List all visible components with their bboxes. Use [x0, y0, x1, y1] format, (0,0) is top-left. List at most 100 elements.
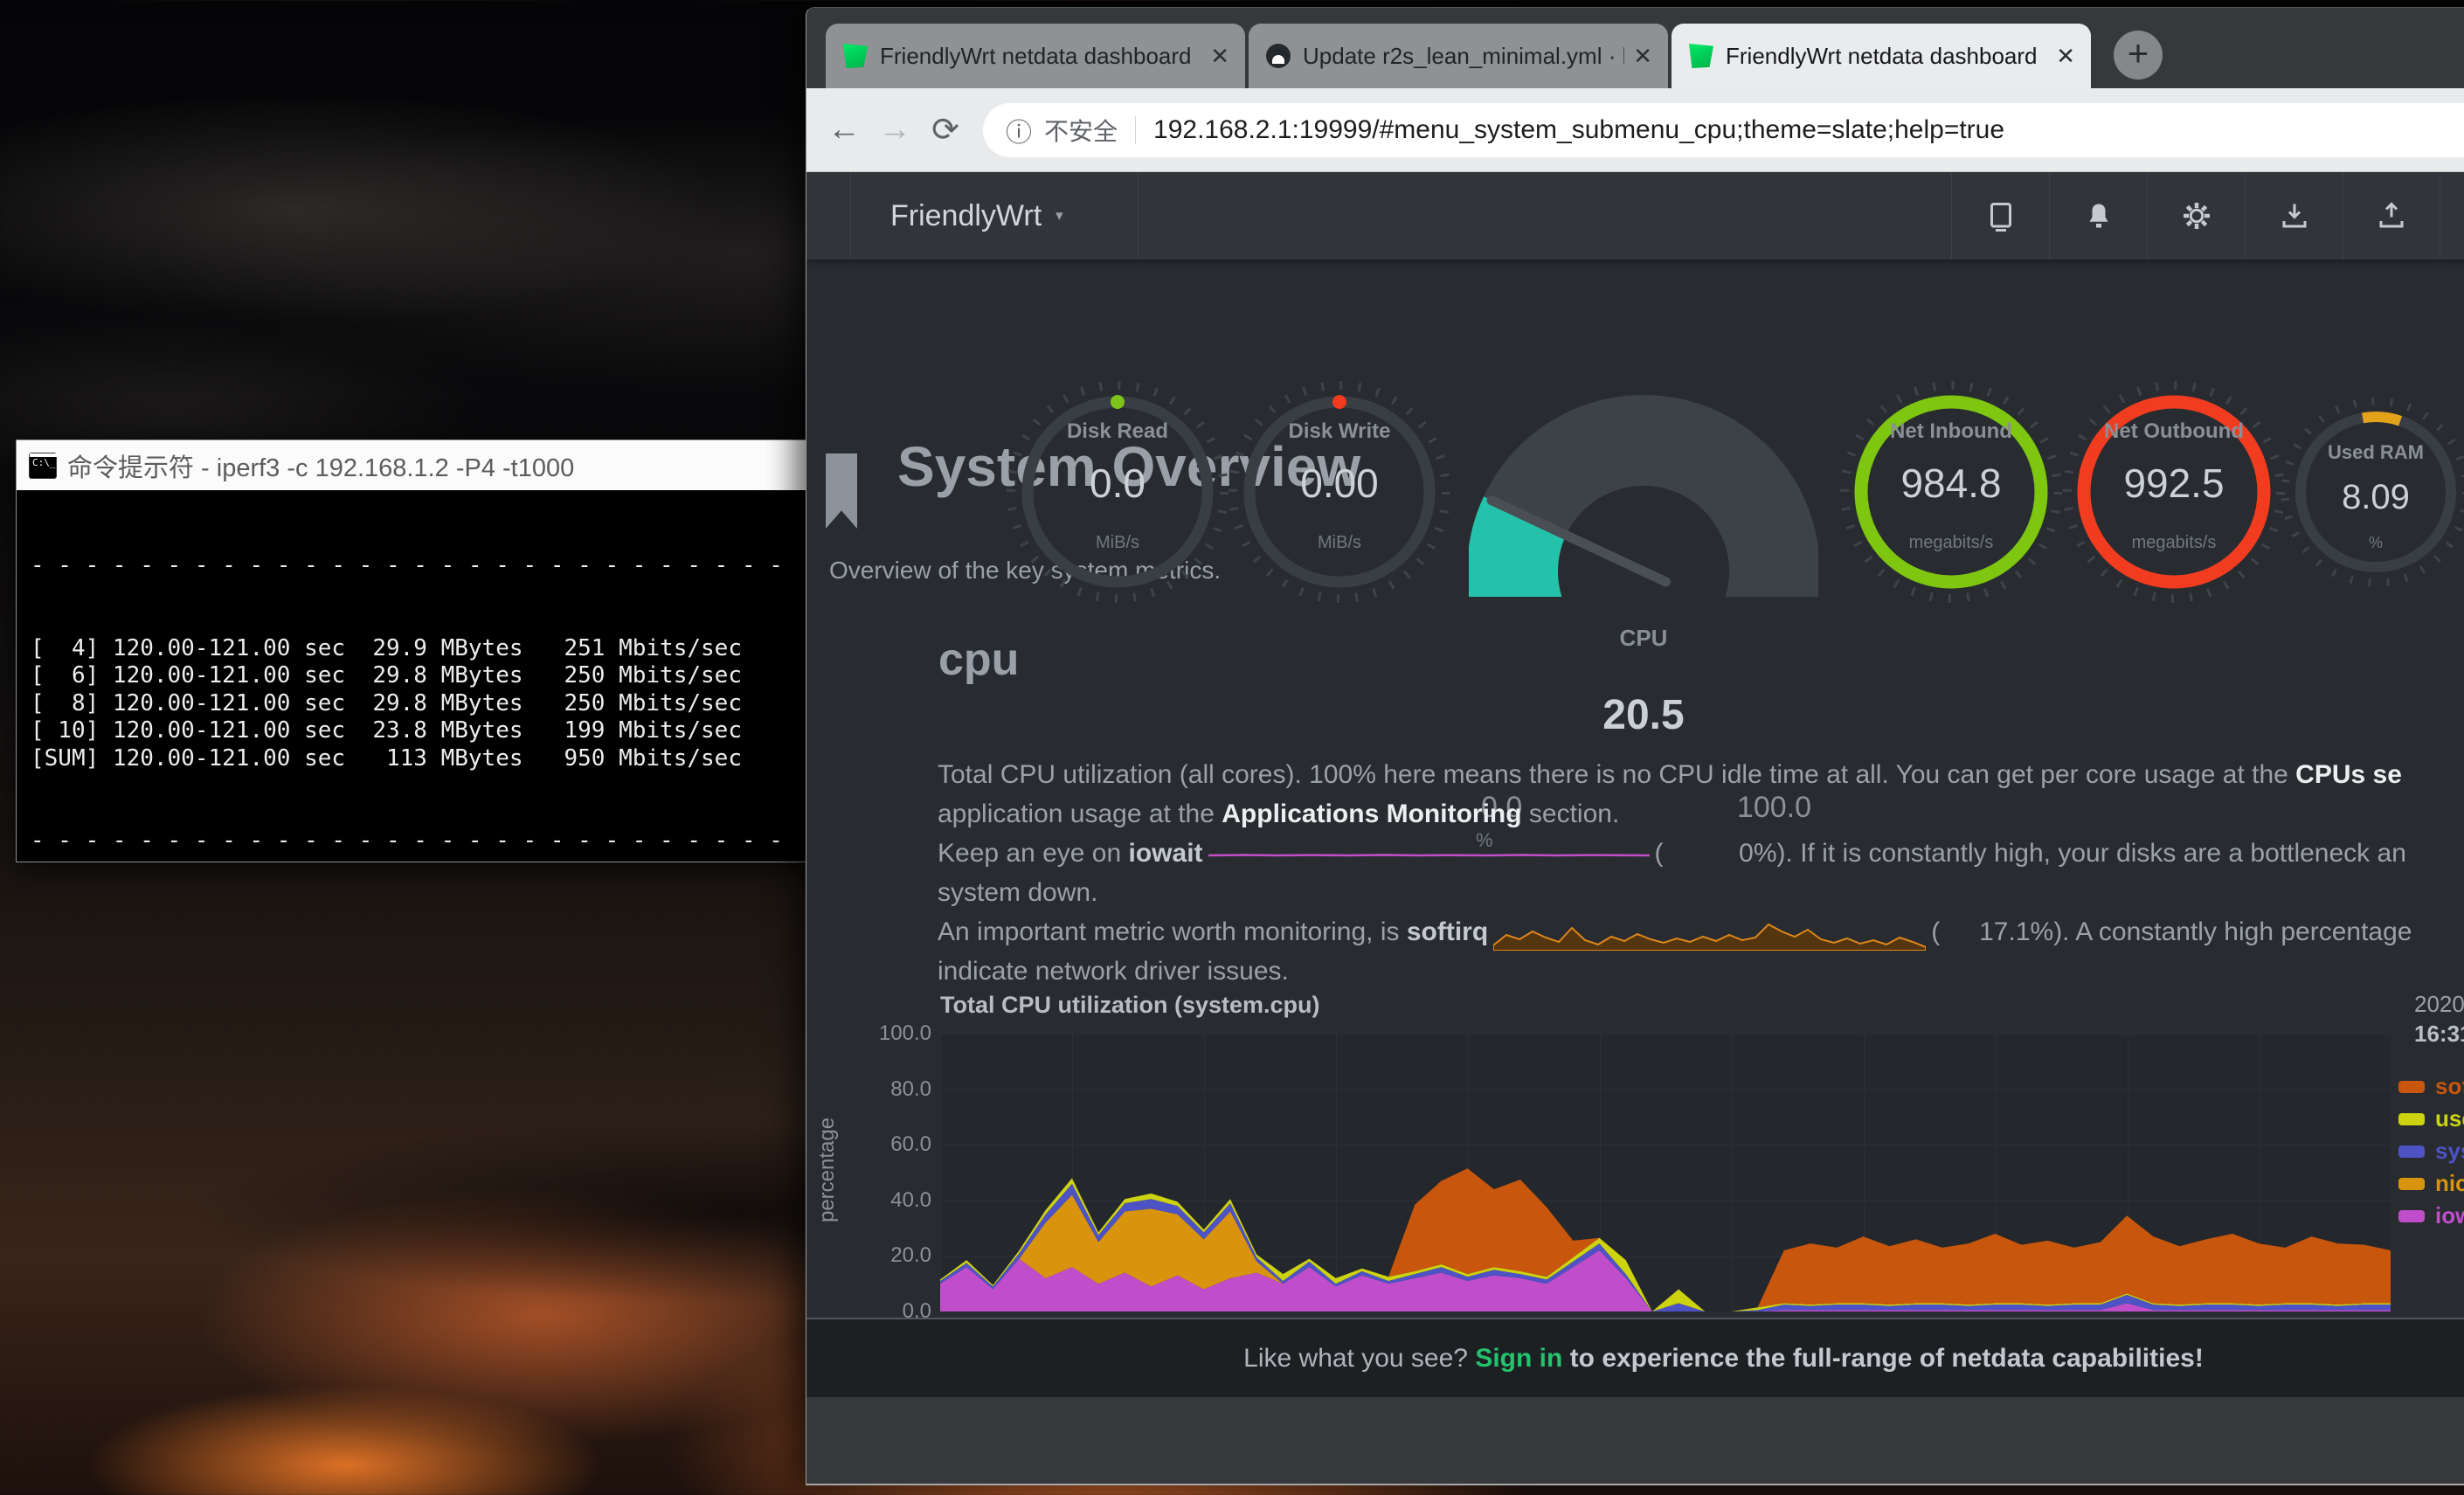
netdata-navbar: FriendlyWrt ▾	[806, 172, 2464, 260]
tab-title: FriendlyWrt netdata dashboard	[880, 43, 1201, 70]
terminal-window[interactable]: C:\_ 命令提示符 - iperf3 -c 192.168.1.2 -P4 -…	[16, 440, 889, 862]
cpu-gauge[interactable]	[1469, 378, 1818, 601]
browser-tab-3-active[interactable]: FriendlyWrt netdata dashboard ✕	[1672, 24, 2091, 88]
address-bar[interactable]: ⓘ 不安全 192.168.2.1:19999/#menu_system_sub…	[983, 103, 2464, 157]
y-tick: 100.0	[844, 1021, 931, 1046]
signin-banner: Like what you see? Sign in to experience…	[806, 1318, 2464, 1397]
upload-icon	[2376, 200, 2407, 232]
legend-label: softirq	[2435, 1073, 2464, 1100]
browser-toolbar: ← → ⟳ ⓘ 不安全 192.168.2.1:19999/#menu_syst…	[806, 88, 2464, 172]
alarms-button[interactable]	[2049, 172, 2147, 260]
terminal-titlebar[interactable]: C:\_ 命令提示符 - iperf3 -c 192.168.1.2 -P4 -…	[17, 440, 889, 490]
terminal-output: - - - - - - - - - - - - - - - - - - - - …	[17, 490, 889, 862]
text: An important metric worth monitoring, is	[938, 917, 1407, 946]
terminal-output-line: [ 6] 120.00-121.00 sec 29.8 MBytes 250 M…	[31, 662, 889, 690]
url-text[interactable]: 192.168.2.1:19999/#menu_system_submenu_c…	[1153, 115, 2004, 145]
chart-legend: softirq user system nice iowait	[2398, 1070, 2464, 1232]
cpu-gauge-max: 100.0	[1706, 791, 1811, 825]
legend-label: user	[2435, 1105, 2464, 1132]
github-favicon-icon	[1266, 44, 1291, 68]
iowait-label: iowait	[1129, 839, 1203, 868]
reload-button[interactable]: ⟳	[920, 110, 971, 149]
bell-icon	[2083, 200, 2114, 232]
legend-swatch	[2398, 1145, 2425, 1158]
host-menu-dropdown[interactable]: FriendlyWrt ▾	[850, 172, 1139, 260]
gauge-ticks	[2285, 401, 2464, 583]
disk-write-gauge[interactable]: Disk Write 0.00 MiB/s	[1222, 374, 1457, 614]
terminal-title: 命令提示符 - iperf3 -c 192.168.1.2 -P4 -t1000	[67, 447, 574, 484]
legend-swatch	[2398, 1210, 2425, 1222]
browser-tab-2[interactable]: Update r2s_lean_minimal.yml · k ✕	[1249, 24, 1668, 88]
forward-button[interactable]: →	[869, 111, 920, 149]
gauge-ring	[2301, 417, 2451, 567]
tab-title: Update r2s_lean_minimal.yml · k	[1303, 43, 1624, 70]
legend-label: nice	[2435, 1170, 2464, 1197]
settings-button[interactable]	[2147, 172, 2245, 260]
applications-monitoring-link[interactable]: Applications Monitoring	[1222, 799, 1521, 828]
browser-tab-1[interactable]: FriendlyWrt netdata dashboard ✕	[826, 24, 1245, 88]
chart-date: 2020年3	[2414, 989, 2464, 1019]
gauge-dot	[1111, 395, 1125, 409]
y-tick: 40.0	[844, 1188, 931, 1213]
tab-close-icon[interactable]: ✕	[2056, 43, 2075, 70]
terminal-output-line: [SUM] 120.00-121.00 sec 113 MBytes 950 M…	[31, 745, 889, 773]
gauge-ring	[1028, 402, 1208, 582]
cpus-link[interactable]: CPUs se	[2295, 760, 2402, 789]
omnibox-divider	[1135, 116, 1136, 144]
print-dashboard-button[interactable]	[1951, 172, 2049, 260]
text: ). A constantly high percentage	[2053, 917, 2412, 946]
legend-label: iowait	[2435, 1202, 2464, 1229]
cpu-utilization-chart[interactable]	[940, 1034, 2391, 1312]
legend-item-system[interactable]: system	[2398, 1135, 2464, 1167]
y-tick: 20.0	[844, 1243, 931, 1268]
gauge-ring	[2084, 402, 2264, 582]
cpu-description-line: system down.	[938, 873, 1097, 912]
legend-item-iowait[interactable]: iowait	[2398, 1200, 2464, 1232]
download-icon	[2279, 200, 2310, 232]
legend-swatch	[2398, 1081, 2425, 1093]
new-tab-button[interactable]: +	[2114, 31, 2163, 80]
net-outbound-gauge[interactable]: Net Outbound 992.5 megabits/s	[2056, 374, 2292, 614]
net-inbound-gauge[interactable]: Net Inbound 984.8 megabits/s	[1833, 374, 2069, 614]
banner-text: Like what you see? Sign in to experience…	[1243, 1344, 2204, 1374]
softirq-sparkline[interactable]	[1493, 916, 1926, 951]
text: system down.	[938, 878, 1097, 907]
cpu-gauge-value: 20.5	[1469, 691, 1818, 739]
stacked-area-chart	[940, 1034, 2391, 1312]
info-icon[interactable]: ⓘ	[1006, 111, 1032, 149]
text: Like what you see?	[1243, 1344, 1475, 1373]
terminal-output-line: [ 8] 120.00-121.00 sec 29.8 MBytes 250 M…	[31, 690, 889, 718]
disk-read-gauge[interactable]: Disk Read 0.0 MiB/s	[1000, 374, 1235, 614]
export-snapshot-button[interactable]	[2343, 172, 2440, 260]
legend-item-softirq[interactable]: softirq	[2398, 1070, 2464, 1103]
tab-close-icon[interactable]: ✕	[1633, 43, 1652, 70]
cpu-description-line: indicate network driver issues.	[938, 952, 1289, 991]
text: section.	[1522, 799, 1620, 828]
browser-window: FriendlyWrt netdata dashboard ✕ Update r…	[806, 7, 2464, 1485]
back-button[interactable]: ←	[819, 111, 869, 149]
cpu-description-line: Total CPU utilization (all cores). 100% …	[938, 755, 2402, 794]
gauge-ticks	[1233, 385, 1446, 599]
gear-icon	[2181, 200, 2212, 232]
legend-item-nice[interactable]: nice	[2398, 1167, 2464, 1200]
netdata-page: FriendlyWrt ▾	[806, 172, 2464, 1397]
legend-item-user[interactable]: user	[2398, 1103, 2464, 1135]
text: indicate network driver issues.	[938, 957, 1289, 986]
import-snapshot-button[interactable]	[2245, 172, 2343, 260]
terminal-block-1: [ 4] 120.00-121.00 sec 29.9 MBytes 251 M…	[31, 635, 889, 773]
cpu-gauge-label: CPU	[1469, 625, 1818, 652]
tab-close-icon[interactable]: ✕	[1210, 43, 1229, 70]
text: to experience the full-range of netdata …	[1562, 1344, 2204, 1373]
terminal-separator: - - - - - - - - - - - - - - - - - - - - …	[31, 827, 889, 855]
tab-title: FriendlyWrt netdata dashboard	[1726, 43, 2047, 70]
sign-in-link[interactable]: Sign in	[1475, 1344, 1562, 1373]
y-axis-label: percentage	[815, 1065, 840, 1275]
softirq-value: 17.1%	[1940, 912, 2053, 952]
iowait-sparkline[interactable]	[1208, 848, 1650, 861]
used-ram-gauge[interactable]: Used RAM 8.09 %	[2271, 387, 2464, 601]
security-label: 不安全	[1044, 113, 1118, 148]
text: Keep an eye on	[938, 839, 1129, 868]
gauge-ticks	[1845, 385, 2058, 599]
gauge-ring	[1861, 402, 2041, 582]
cpu-description-line: application usage at the Applications Mo…	[938, 794, 1619, 834]
